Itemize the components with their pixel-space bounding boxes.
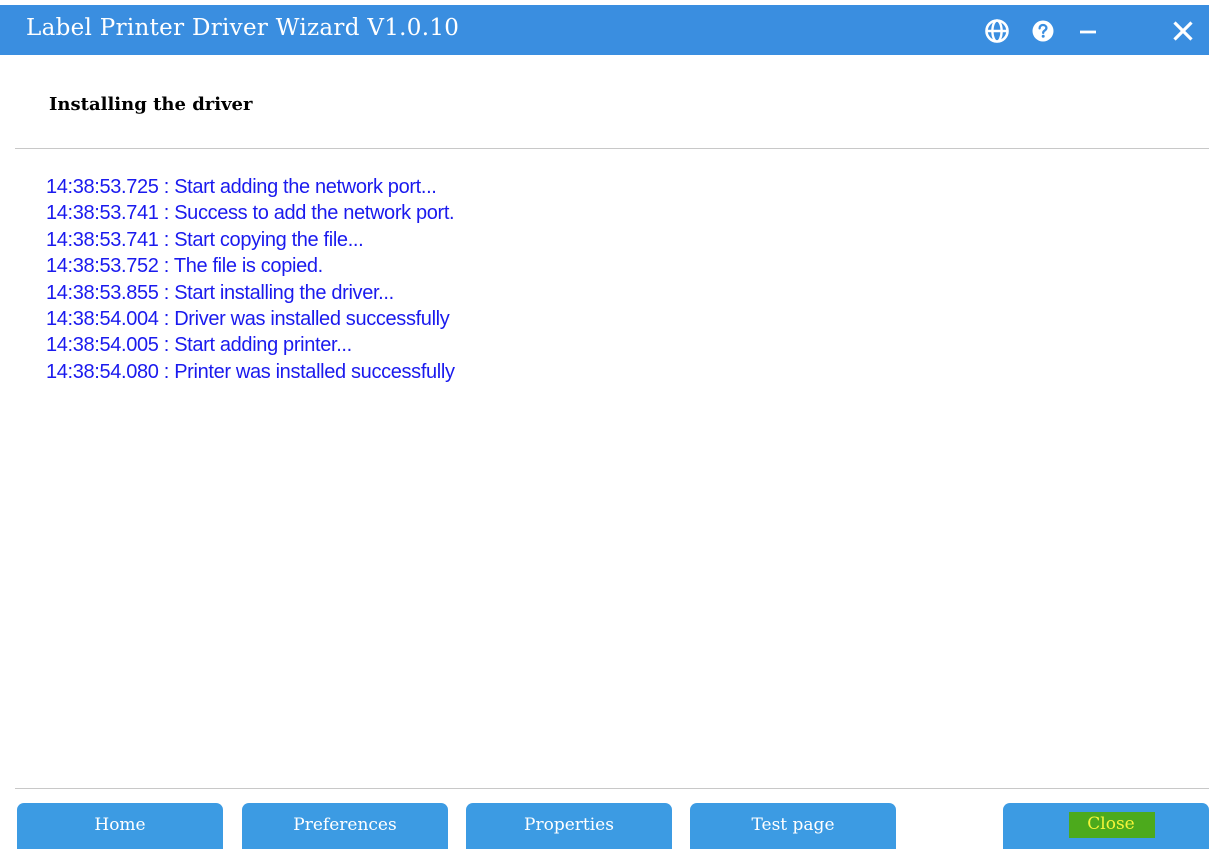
help-button[interactable] (1026, 14, 1060, 48)
log-entry: 14:38:53.725 : Start adding the network … (46, 176, 437, 198)
page-heading: Installing the driver (49, 94, 253, 115)
close-button[interactable]: Close (1003, 803, 1209, 849)
log-entry: 14:38:54.080 : Printer was installed suc… (46, 360, 455, 383)
log-entry: 14:38:53.741 : Success to add the networ… (46, 202, 455, 225)
wizard-window: Label Printer Driver Wizard V1.0.10 Inst… (0, 0, 1209, 849)
log-entry: 14:38:53.741 : Start copying the file... (46, 228, 364, 251)
language-button[interactable] (980, 14, 1014, 48)
home-button[interactable]: Home (17, 803, 223, 849)
close-icon (1173, 21, 1193, 41)
test-page-button-label: Test page (751, 815, 835, 835)
preferences-button[interactable]: Preferences (242, 803, 448, 849)
log-entry: 14:38:53.855 : Start installing the driv… (46, 281, 394, 304)
properties-button[interactable]: Properties (466, 803, 672, 849)
divider (15, 148, 1209, 149)
close-button-label: Close (1069, 812, 1155, 838)
log-entry: 14:38:53.752 : The file is copied. (46, 255, 323, 278)
globe-icon (985, 19, 1009, 43)
home-button-label: Home (94, 815, 146, 835)
minimize-icon (1080, 30, 1096, 34)
install-log: 14:38:53.725 : Start adding the network … (46, 174, 455, 385)
window-title: Label Printer Driver Wizard V1.0.10 (26, 15, 460, 41)
log-entry: 14:38:54.005 : Start adding printer... (46, 334, 352, 357)
log-entry: 14:38:54.004 : Driver was installed succ… (46, 308, 450, 331)
preferences-button-label: Preferences (293, 815, 397, 835)
help-circle-icon (1032, 20, 1054, 42)
properties-button-label: Properties (524, 815, 614, 835)
minimize-button[interactable] (1071, 14, 1105, 48)
close-window-button[interactable] (1166, 14, 1200, 48)
divider (15, 788, 1209, 789)
title-bar: Label Printer Driver Wizard V1.0.10 (0, 5, 1209, 55)
test-page-button[interactable]: Test page (690, 803, 896, 849)
